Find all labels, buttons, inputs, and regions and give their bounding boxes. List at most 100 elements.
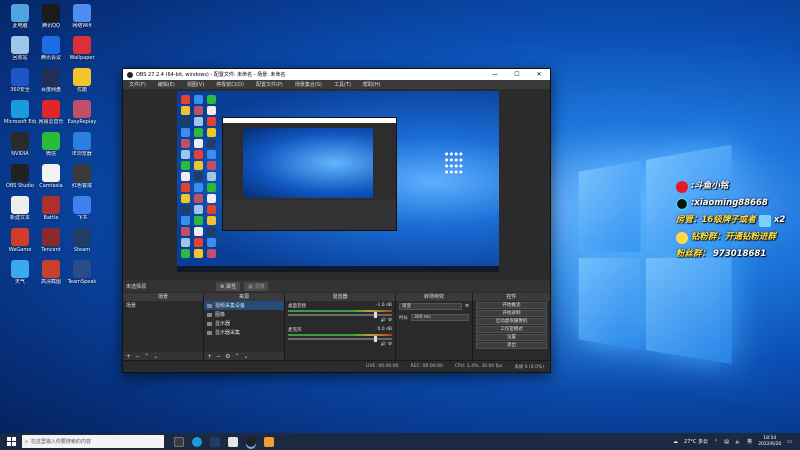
source-item[interactable]: 显示器采集 (204, 328, 284, 337)
down-icon[interactable]: ⌄ (153, 353, 158, 360)
source-item[interactable]: 视频采集设备 (204, 301, 284, 310)
task-view-icon[interactable] (174, 436, 184, 447)
desktop-icon[interactable]: Microsoft Edge (4, 100, 36, 125)
scenes-dock: 场景 场景 + − ⌃ ⌄ (123, 293, 203, 361)
desktop-icon[interactable]: IE浏览器 (66, 132, 98, 157)
desktop-icon[interactable]: WeGame (4, 228, 36, 253)
gear-icon[interactable]: ⚙ (465, 304, 469, 309)
overlay-line: 粉丝群： 973018681 (676, 249, 767, 259)
nvidia-icon (11, 132, 29, 150)
network-icon[interactable]: ▤ (724, 439, 729, 445)
overlay-line: 房管：16级牌子或者 x2 (676, 214, 786, 227)
desktop-icon[interactable]: EasyReplay (66, 100, 98, 125)
maximize-button[interactable]: ☐ (506, 71, 528, 78)
menu-profile[interactable]: 配置文件(P) (250, 81, 289, 88)
desktop-icon[interactable]: 网易云音乐 (35, 100, 67, 125)
volume-icon[interactable]: 🔈 (735, 439, 741, 445)
transition-select[interactable]: 渐变 (399, 303, 462, 310)
start-streaming-button[interactable]: 开始推流 (476, 302, 547, 309)
desktop-icon[interactable]: 网络Wifi (66, 4, 98, 29)
desktop-icon[interactable]: 此电脑 (4, 4, 36, 29)
add-icon[interactable]: + (126, 353, 131, 360)
close-button[interactable]: ✕ (528, 71, 550, 78)
filters-button[interactable]: ▦ 滤镜 (244, 281, 269, 291)
desktop-icon[interactable]: Wallpaper (66, 36, 98, 61)
gear-icon[interactable]: ⚙ (225, 353, 230, 360)
desktop-icon[interactable]: 红色警戒 (66, 164, 98, 189)
menu-scene-collection[interactable]: 场景集合(S) (289, 81, 328, 88)
down-icon[interactable]: ⌄ (243, 353, 248, 360)
source-item[interactable]: 图像 (204, 310, 284, 319)
taskbar-search[interactable]: ⌕ 在这里输入你要搜索的内容 (22, 435, 164, 448)
volume-slider[interactable] (288, 312, 392, 318)
edge-icon[interactable] (192, 436, 202, 447)
scene-item[interactable]: 场景 (123, 301, 203, 310)
desktop-icon[interactable]: Steam (66, 228, 98, 253)
desktop-icon[interactable]: 天气 (4, 260, 36, 285)
menu-edit[interactable]: 编辑(E) (152, 81, 181, 88)
preview-icon (207, 194, 216, 203)
desktop-icon[interactable]: 360安全 (4, 68, 36, 93)
desktop-icon[interactable]: NVIDIA (4, 132, 36, 157)
remove-icon[interactable]: − (135, 353, 140, 360)
obs-window[interactable]: OBS 27.2.4 (64-bit, windows) - 配置文件: 未命名… (122, 68, 551, 373)
minimize-button[interactable]: — (484, 71, 506, 78)
notification-icon[interactable]: ▭ (787, 439, 792, 445)
source-item[interactable]: 显示器 (204, 319, 284, 328)
tray-arrow-icon[interactable]: ⌃ (714, 439, 718, 445)
exit-button[interactable]: 退出 (476, 342, 547, 349)
start-recording-button[interactable]: 开始录制 (476, 310, 547, 317)
steam-icon[interactable] (210, 436, 220, 447)
menu-file[interactable]: 文件(F) (123, 81, 152, 88)
desktop-icon-label: 360安全 (10, 87, 30, 93)
properties-button[interactable]: ⚙ 属性 (216, 281, 241, 291)
desktop-icon[interactable]: Tencent (35, 228, 67, 253)
menu-docks[interactable]: 停靠窗口(D) (210, 81, 250, 88)
network-icon (73, 4, 91, 22)
menu-tools[interactable]: 工具(T) (328, 81, 357, 88)
add-icon[interactable]: + (207, 353, 212, 360)
clock[interactable]: 18:54 2022/6/20 (758, 436, 781, 448)
explorer-icon[interactable] (228, 436, 238, 447)
app-icon[interactable] (264, 436, 274, 447)
desktop-icon[interactable]: 飞书 (66, 196, 98, 221)
desktop-icon-label: OBS Studio (6, 183, 34, 189)
desktop-icon[interactable]: Battle (35, 196, 67, 221)
settings-button[interactable]: 设置 (476, 334, 547, 341)
desktop-icon[interactable]: 回收站 (4, 36, 36, 61)
transitions-dock-title: 转场特效 (396, 293, 472, 301)
desktop-icon[interactable]: 高清截图 (35, 260, 67, 285)
desktop-icon[interactable]: OBS Studio (4, 164, 36, 189)
scenes-dock-title: 场景 (123, 293, 203, 301)
menu-view[interactable]: 视图(V) (181, 81, 210, 88)
desktop-icon[interactable]: 腾讯会议 (35, 36, 67, 61)
up-icon[interactable]: ⌃ (144, 353, 149, 360)
volume-slider[interactable] (288, 336, 392, 342)
weather-text[interactable]: 27°C 多云 (684, 438, 708, 445)
remove-icon[interactable]: − (216, 353, 221, 360)
studio-mode-button[interactable]: 工作室模式 (476, 326, 547, 333)
start-button[interactable] (0, 433, 22, 450)
desktop-icon[interactable]: 优酷 (66, 68, 98, 93)
security-icon (11, 68, 29, 86)
language-indicator[interactable]: 英 (747, 438, 752, 445)
desktop-icon[interactable]: TeamSpeak (66, 260, 98, 285)
preview-icon (194, 128, 203, 137)
desktop-icon[interactable]: 新建文本 (4, 196, 36, 221)
preview-canvas[interactable]: ● ● ● ● ● ● ● ● ● ● ● ● ● ● ● ● (177, 91, 499, 272)
desktop-icon[interactable]: 腾讯QQ (35, 4, 67, 29)
menu-help[interactable]: 帮助(H) (357, 81, 387, 88)
desktop-icon[interactable]: 百度网盘 (35, 68, 67, 93)
preview-icon (207, 139, 216, 148)
obs-icon[interactable] (246, 436, 256, 447)
speaker-icon[interactable]: 🔊 ⚙ (288, 342, 392, 347)
desktop-icon[interactable]: Camtasia (35, 164, 67, 189)
desktop-icon[interactable]: 微信 (35, 132, 67, 157)
obs-titlebar[interactable]: OBS 27.2.4 (64-bit, windows) - 配置文件: 未命名… (123, 69, 550, 80)
file-icon (11, 196, 29, 214)
speaker-icon[interactable]: 🔊 ⚙ (288, 318, 392, 323)
up-icon[interactable]: ⌃ (234, 353, 239, 360)
virtual-camera-button[interactable]: 启动虚拟摄像机 (476, 318, 547, 325)
desktop-icon-label: Steam (73, 247, 91, 253)
duration-input[interactable]: 300 ms (411, 314, 469, 321)
